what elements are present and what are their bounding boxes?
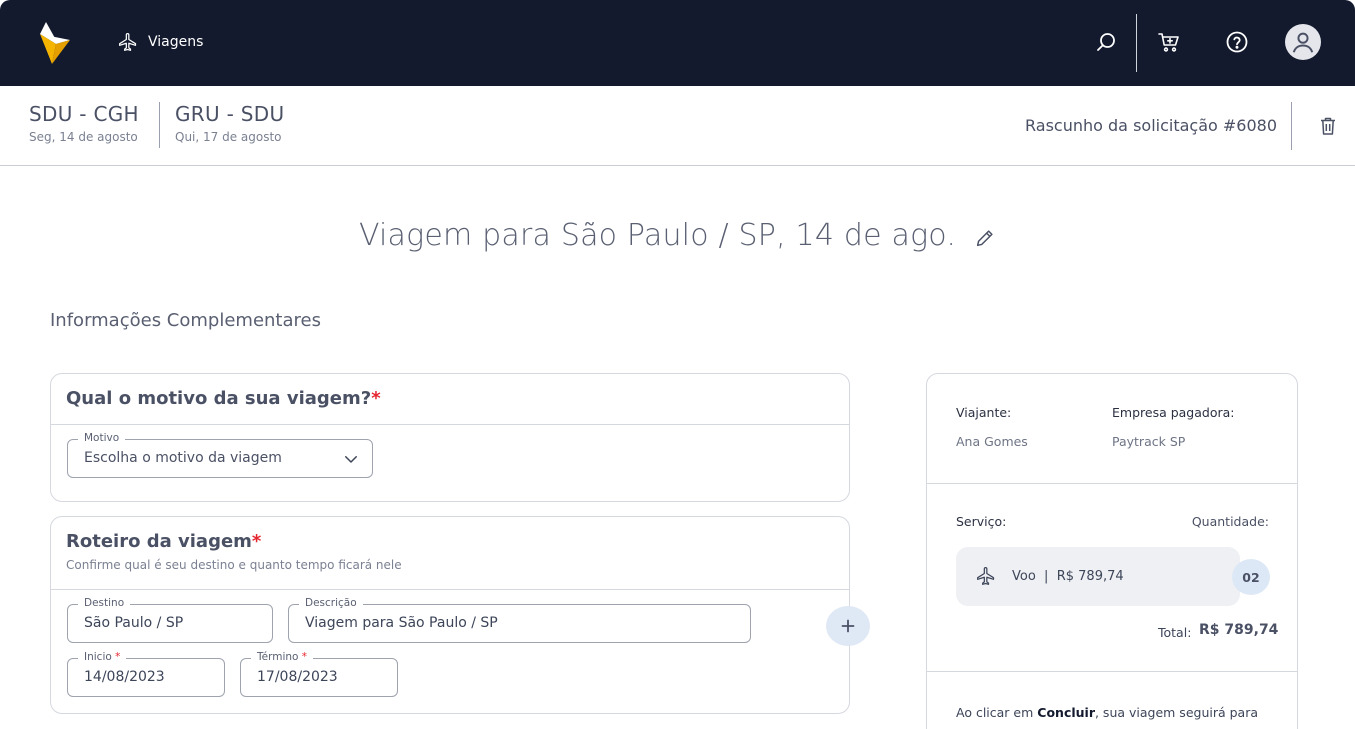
field-legend: Inicio * — [78, 651, 127, 663]
traveler-value: Ana Gomes — [956, 434, 1028, 449]
field-legend: Descrição — [299, 597, 363, 609]
service-label: Serviço: — [956, 514, 1007, 529]
nav-viagens-label: Viagens — [148, 34, 204, 50]
plus-icon — [841, 619, 855, 633]
field-legend: Destino — [78, 597, 131, 609]
summary-divider — [927, 671, 1297, 672]
required-mark: * — [371, 388, 381, 409]
nav-viagens[interactable]: Viagens — [118, 30, 203, 54]
order-summary-panel: Viajante: Ana Gomes Empresa pagadora: Pa… — [926, 373, 1298, 729]
top-navbar: Viagens — [0, 0, 1355, 86]
description-field[interactable]: Descrição Viagem para São Paulo / SP — [288, 597, 751, 643]
route-outbound: SDU - CGH Seg, 14 de agosto — [29, 102, 139, 144]
destination-field[interactable]: Destino São Paulo / SP — [67, 597, 273, 643]
draft-request-label: Rascunho da solicitação #6080 — [1025, 116, 1277, 135]
required-mark: * — [251, 531, 262, 552]
add-destination-button[interactable] — [826, 606, 870, 646]
travel-reason-select[interactable]: Motivo Escolha o motivo da viagem — [67, 432, 373, 478]
route-code: SDU - CGH — [29, 102, 139, 126]
field-legend: Motivo — [78, 432, 126, 444]
route-return: GRU - SDU Qui, 17 de agosto — [175, 102, 284, 144]
user-avatar[interactable] — [1285, 24, 1321, 60]
trash-icon[interactable] — [1319, 116, 1337, 136]
traveler-label: Viajante: — [956, 405, 1012, 420]
field-legend: Término * — [251, 651, 314, 663]
quantity-label: Quantidade: — [1191, 514, 1269, 529]
chevron-down-icon — [345, 456, 357, 463]
search-icon[interactable] — [1094, 30, 1118, 54]
service-quantity-badge: 02 — [1232, 559, 1270, 595]
help-icon[interactable] — [1225, 30, 1249, 54]
navbar-divider — [1136, 14, 1137, 72]
card-divider — [51, 424, 849, 425]
trip-title-row: Viagem para São Paulo / SP, 14 de ago. — [0, 218, 1355, 253]
route-code: GRU - SDU — [175, 102, 285, 126]
trip-title: Viagem para São Paulo / SP, 14 de ago. — [358, 218, 957, 253]
total-label: Total: — [1158, 625, 1192, 640]
start-date-field[interactable]: Inicio * 14/08/2023 — [67, 651, 225, 697]
airplane-icon — [119, 33, 137, 51]
description-value: Viagem para São Paulo / SP — [305, 615, 498, 631]
paytrack-logo[interactable] — [38, 20, 72, 64]
end-date-value: 17/08/2023 — [257, 669, 338, 685]
route-header: SDU - CGH Seg, 14 de agosto GRU - SDU Qu… — [0, 86, 1355, 166]
route-divider — [159, 102, 160, 148]
card-divider — [51, 589, 849, 590]
service-description: Voo | R$ 789,74 — [1012, 569, 1124, 584]
itinerary-heading: Roteiro da viagem* — [66, 531, 262, 552]
end-date-field[interactable]: Término * 17/08/2023 — [240, 651, 398, 697]
route-date: Seg, 14 de agosto — [29, 130, 138, 144]
select-placeholder: Escolha o motivo da viagem — [84, 450, 282, 466]
company-value: Paytrack SP — [1112, 434, 1186, 449]
start-date-value: 14/08/2023 — [84, 669, 165, 685]
itinerary-card: Roteiro da viagem* Confirme qual é seu d… — [50, 516, 850, 714]
service-item[interactable]: Voo | R$ 789,74 — [956, 547, 1240, 606]
summary-divider — [927, 483, 1297, 484]
edit-pencil-icon[interactable] — [974, 227, 996, 249]
draft-divider — [1291, 102, 1292, 150]
route-date: Qui, 17 de agosto — [175, 130, 282, 144]
user-avatar-icon — [1292, 32, 1314, 53]
cart-icon[interactable] — [1157, 30, 1181, 54]
travel-reason-heading: Qual o motivo da sua viagem?* — [66, 388, 381, 409]
submit-note: Ao clicar em Concluir, sua viagem seguir… — [956, 705, 1259, 720]
destination-value: São Paulo / SP — [84, 615, 184, 631]
total-value: R$ 789,74 — [1199, 622, 1279, 638]
travel-reason-card: Qual o motivo da sua viagem?* Motivo Esc… — [50, 373, 850, 502]
itinerary-subtitle: Confirme qual é seu destino e quanto tem… — [66, 558, 402, 572]
airplane-icon — [977, 567, 995, 585]
section-title: Informações Complementares — [50, 310, 321, 331]
company-label: Empresa pagadora: — [1112, 405, 1235, 420]
